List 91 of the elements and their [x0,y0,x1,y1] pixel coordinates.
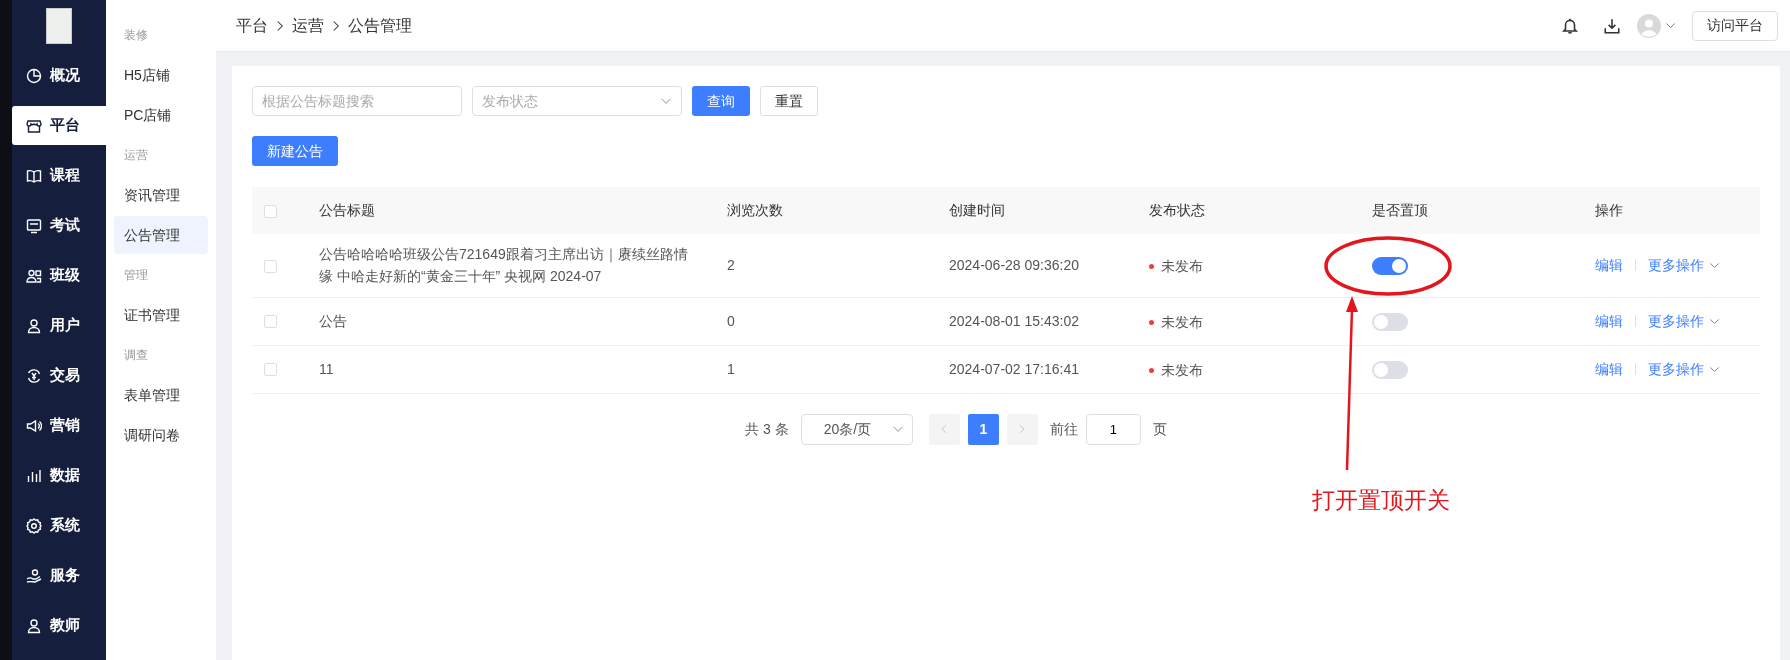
status-text: 未发布 [1161,256,1203,276]
logo-icon [46,8,72,44]
submenu-item[interactable]: 表单管理 [114,376,208,414]
storefront-icon [26,117,42,134]
pin-toggle[interactable] [1372,312,1408,331]
select-all-checkbox[interactable] [264,204,277,218]
menu-group-label: 运营 [123,147,149,164]
download-icon[interactable] [1603,16,1621,35]
sidebar-item[interactable]: 用户 [12,306,106,345]
announcement-title: 公告哈哈哈哈班级公告721649跟着习主席出访｜赓续丝路情缘 中哈走好新的“黄金三十年” 央视网 2024-07 [319,245,689,287]
visit-platform-button[interactable]: 访问平台 [1692,10,1778,41]
created-time: 2024-08-01 15:43:02 [949,312,1079,329]
menu-group-label: 调查 [123,347,149,364]
user-icon [26,317,42,334]
page-size-select[interactable]: 20条/页 [800,413,913,445]
row-checkbox[interactable] [264,363,277,377]
new-announcement-button[interactable]: 新建公告 [252,136,338,166]
created-time: 2024-07-02 17:16:41 [949,360,1079,377]
submenu-item[interactable]: 公告管理 [114,216,208,254]
sidebar-item[interactable]: 营销 [12,406,106,445]
goto-label: 前往 [1049,419,1078,439]
submenu-item[interactable]: PC店铺 [114,96,208,134]
sidebar-item[interactable]: 概况 [12,56,106,95]
people-icon [26,267,42,284]
pie-chart-icon [26,67,42,84]
total-count: 共 3 条 [745,419,789,439]
sidebar-item[interactable]: 考试 [12,206,106,245]
view-count: 1 [727,360,735,377]
column-header: 操作 [1595,202,1623,218]
column-header: 发布状态 [1149,202,1205,218]
search-field[interactable]: 根据公告标题搜索 [252,86,462,116]
submenu-item[interactable]: 资讯管理 [114,176,208,214]
book-icon [26,167,42,184]
sidebar-item[interactable]: 系统 [12,506,106,545]
sidebar-item[interactable]: 平台 [12,106,106,145]
user-icon [26,617,42,634]
more-actions-link[interactable]: 更多操作 [1648,358,1720,380]
pin-toggle[interactable] [1372,360,1408,379]
menu-group-label: 管理 [123,267,149,284]
sidebar-item[interactable]: 交易 [12,356,106,395]
status-dot [1149,367,1154,373]
page-number-button[interactable]: 1 [967,413,999,445]
menu-group-label: 装修 [123,27,149,44]
sidebar-item[interactable]: 服务 [12,556,106,595]
sidebar-item[interactable]: 班级 [12,256,106,295]
chevron-down-icon [1665,20,1676,31]
submenu-item[interactable]: 调研问卷 [114,416,208,454]
hand-service-icon [26,567,42,584]
page-number-field[interactable]: 1 [1085,413,1141,445]
created-time: 2024-06-28 09:36:20 [949,256,1079,273]
sidebar-item[interactable]: 数据 [12,456,106,495]
view-count: 0 [727,312,735,329]
sidebar-item[interactable]: 教师 [12,606,106,645]
status-text: 未发布 [1161,312,1203,332]
megaphone-icon [26,417,42,434]
column-header: 是否置顶 [1372,202,1428,218]
breadcrumb-item[interactable]: 运营 [292,13,324,38]
page-suffix: 页 [1152,419,1167,439]
column-header: 公告标题 [319,202,375,218]
breadcrumb-item[interactable]: 平台 [236,13,268,38]
column-header: 浏览次数 [727,202,783,218]
more-actions-link[interactable]: 更多操作 [1648,310,1720,332]
reset-button[interactable]: 重置 [760,86,818,116]
next-page-button[interactable] [1006,413,1038,445]
status-text: 未发布 [1161,360,1203,380]
status-dot [1149,319,1154,325]
currency-exchange-icon [26,367,42,384]
avatar-icon[interactable] [1637,13,1661,38]
pin-toggle[interactable] [1372,257,1408,276]
exam-screen-icon [26,217,42,234]
status-dot [1149,263,1154,269]
row-checkbox[interactable] [264,259,277,273]
column-header: 创建时间 [949,202,1005,218]
row-checkbox[interactable] [264,315,277,329]
gear-icon [26,517,42,534]
edit-link[interactable]: 编辑 [1595,254,1623,276]
edit-link[interactable]: 编辑 [1595,310,1623,332]
view-count: 2 [727,256,735,273]
previous-page-button[interactable] [928,413,960,445]
announcement-title: 公告 [319,312,347,331]
announcement-title: 11 [319,360,334,379]
breadcrumb-item: 公告管理 [348,15,412,36]
more-actions-link[interactable]: 更多操作 [1648,254,1720,276]
sidebar-item[interactable]: 课程 [12,156,106,195]
annotation-text: 打开置顶开关 [1312,487,1450,515]
edit-link[interactable]: 编辑 [1595,358,1623,380]
submenu-item[interactable]: H5店铺 [114,56,208,94]
bar-chart-icon [26,467,42,484]
query-button[interactable]: 查询 [692,86,750,116]
submenu-item[interactable]: 证书管理 [114,296,208,334]
bell-icon[interactable] [1561,16,1579,35]
